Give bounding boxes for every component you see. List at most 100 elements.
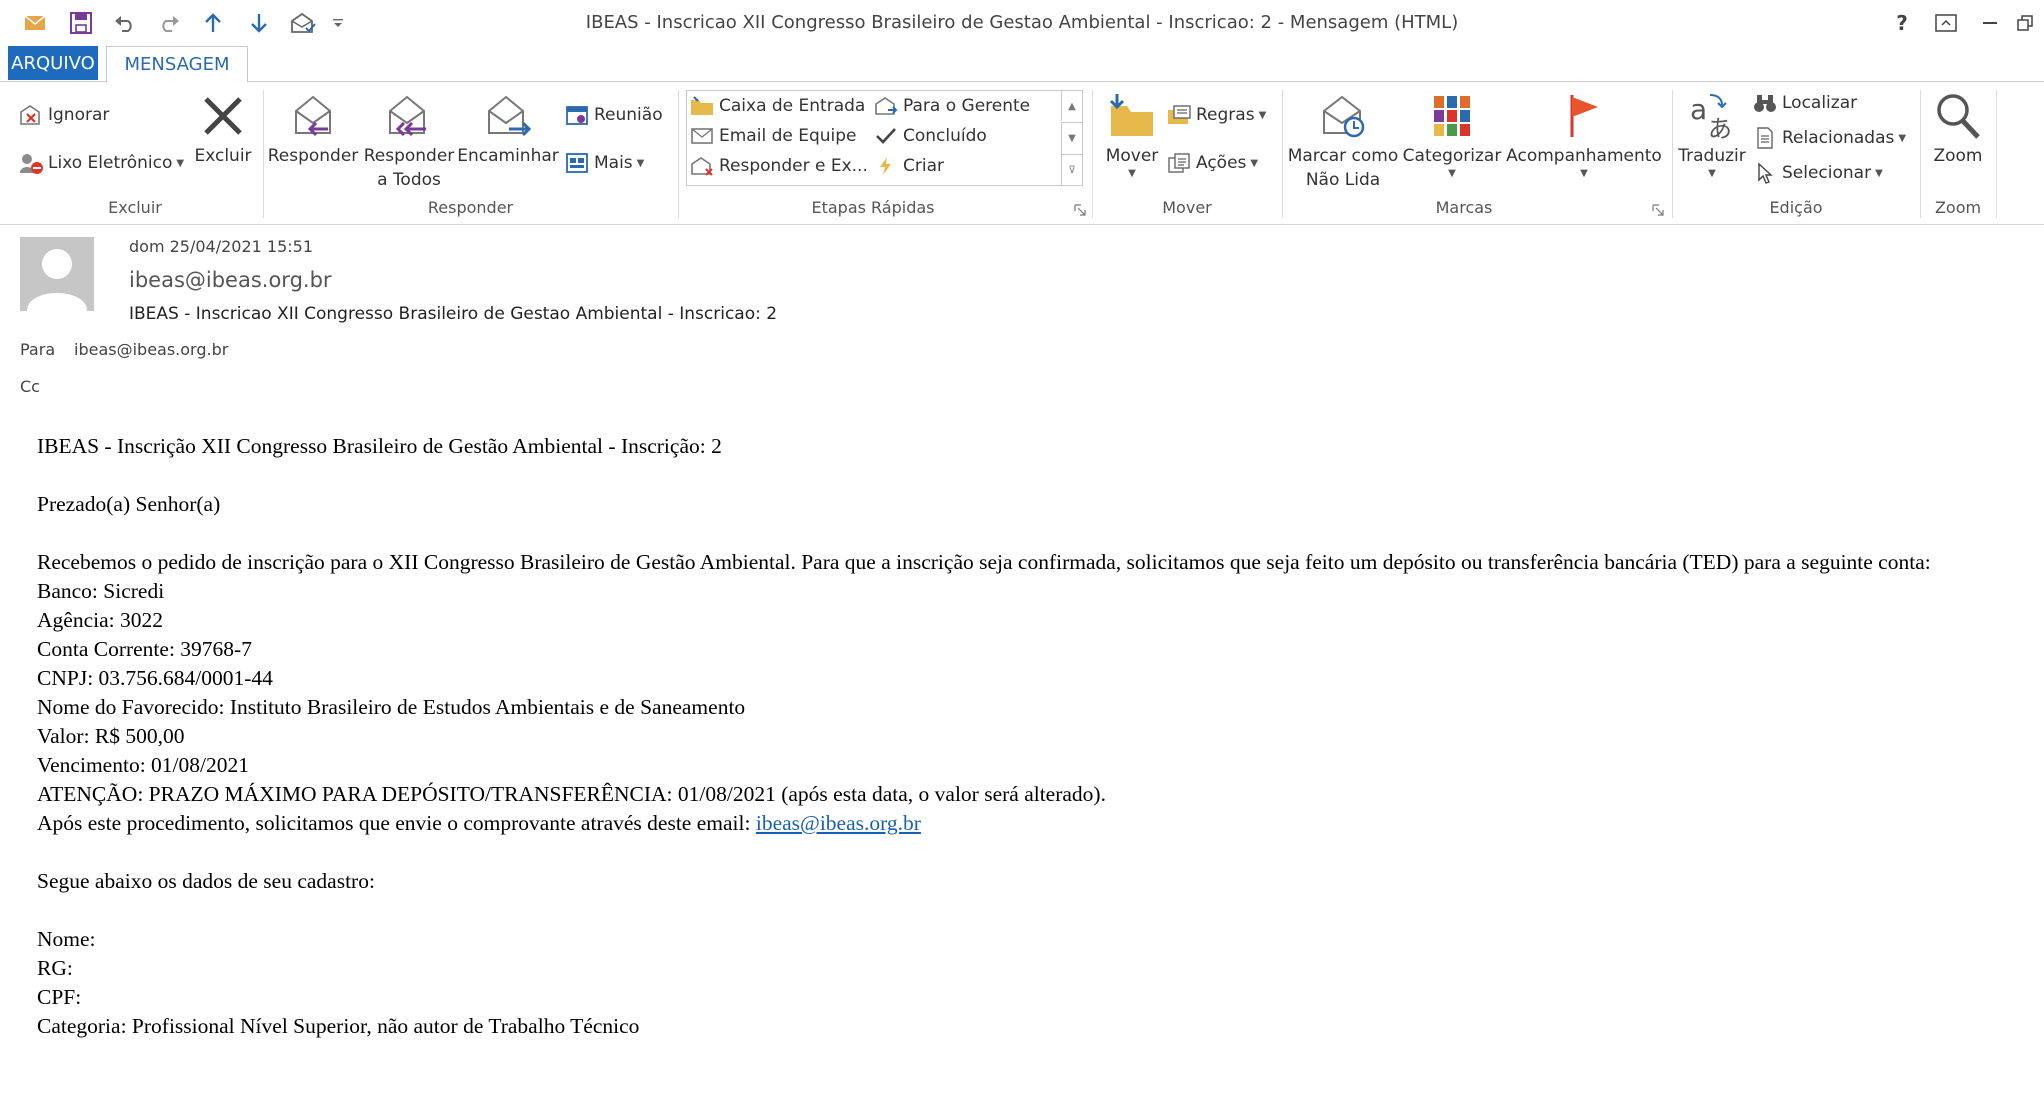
tab-file[interactable]: ARQUIVO [8, 46, 98, 80]
select-button[interactable]: Selecionar ▼ [1752, 160, 1883, 186]
reply-button[interactable]: Responder [268, 88, 358, 168]
flag-icon [1566, 88, 1602, 144]
more-button[interactable]: Mais ▼ [564, 150, 644, 176]
gallery-scroll-down[interactable]: ▼ [1061, 122, 1082, 154]
group-label-responder: Responder [427, 198, 514, 217]
body-warning: ATENÇÃO: PRAZO MÁXIMO PARA DEPÓSITO/TRAN… [37, 782, 1106, 806]
lightning-icon [873, 153, 899, 179]
message-subject: IBEAS - Inscricao XII Congresso Brasilei… [129, 304, 778, 324]
find-button[interactable]: Localizar [1752, 90, 1857, 116]
group-separator [1996, 90, 1997, 218]
quickstep-reply-delete[interactable]: Responder e Ex... [689, 153, 868, 179]
categorize-button[interactable]: Categorizar ▼ [1402, 88, 1502, 180]
message-date: dom 25/04/2021 15:51 [129, 237, 314, 256]
reply-delete-icon [689, 153, 715, 179]
more-respond-icon [564, 150, 590, 176]
sender-address[interactable]: ibeas@ibeas.org.br [129, 268, 332, 292]
categorize-icon [1432, 88, 1472, 144]
quickstep-create[interactable]: Criar [873, 153, 944, 179]
svg-text:a: a [1690, 93, 1707, 126]
ignore-button[interactable]: Ignorar [18, 102, 109, 128]
mark-unread-icon [1318, 88, 1368, 144]
gallery-expand[interactable]: ⊽ [1061, 154, 1082, 186]
cc-label: Cc [20, 377, 40, 396]
body-payee: Nome do Favorecido: Instituto Brasileiro… [37, 695, 746, 719]
dialog-launcher-icon[interactable] [1652, 204, 1664, 216]
dialog-launcher-icon[interactable] [1074, 204, 1086, 216]
minimize-icon[interactable] [1972, 8, 2008, 38]
forward-manager-icon [873, 93, 899, 119]
ignore-icon [18, 102, 44, 128]
junk-button[interactable]: Lixo Eletrônico ▼ [18, 150, 184, 176]
help-button[interactable]: ? [1884, 8, 1920, 38]
related-icon [1752, 125, 1778, 151]
body-cpf: CPF: [37, 985, 82, 1009]
body-registration-intro: Segue abaixo os dados de seu cadastro: [37, 869, 375, 893]
quickstep-inbox[interactable]: Caixa de Entrada [689, 93, 865, 119]
zoom-button[interactable]: Zoom [1922, 88, 1994, 168]
checkmark-icon [873, 123, 899, 149]
sender-avatar [20, 237, 94, 311]
team-email-icon [689, 123, 715, 149]
email-link[interactable]: ibeas@ibeas.org.br [756, 811, 921, 835]
dropdown-caret: ▼ [1128, 168, 1136, 179]
rules-icon [1166, 102, 1192, 128]
gallery-scroll-up[interactable]: ▲ [1061, 91, 1082, 121]
magnifier-icon [1934, 88, 1982, 144]
translate-button[interactable]: aあ Traduzir ▼ [1676, 88, 1748, 180]
ribbon-tabs: ARQUIVO MENSAGEM [0, 46, 2044, 82]
reply-icon [288, 88, 338, 144]
reply-all-icon [382, 88, 436, 144]
meeting-icon [564, 102, 590, 128]
translate-icon: aあ [1688, 88, 1736, 144]
body-greeting: Prezado(a) Senhor(a) [37, 492, 221, 516]
ribbon-display-icon[interactable] [1928, 8, 1964, 38]
message-body: IBEAS - Inscrição XII Congresso Brasilei… [37, 432, 2032, 1041]
tab-message[interactable]: MENSAGEM [106, 46, 248, 82]
actions-icon [1166, 150, 1192, 176]
reply-all-button[interactable]: Responder a Todos [362, 88, 456, 192]
dropdown-caret: ▼ [1708, 168, 1716, 179]
delete-button[interactable]: Excluir [190, 88, 256, 168]
move-button[interactable]: Mover ▼ [1100, 88, 1164, 180]
rules-button[interactable]: Regras ▼ [1166, 102, 1266, 128]
binoculars-icon [1752, 90, 1778, 116]
quickstep-done[interactable]: Concluído [873, 123, 987, 149]
move-folder-icon [1107, 88, 1157, 144]
actions-button[interactable]: Ações ▼ [1166, 150, 1258, 176]
meeting-button[interactable]: Reunião [564, 102, 663, 128]
person-icon [27, 249, 87, 311]
title-bar: IBEAS - Inscricao XII Congresso Brasilei… [0, 0, 2044, 46]
to-label: Para [20, 340, 56, 359]
follow-up-button[interactable]: Acompanhamento ▼ [1504, 88, 1664, 180]
group-label-mover: Mover [1162, 198, 1212, 217]
cursor-icon [1752, 160, 1778, 186]
body-intro: Recebemos o pedido de inscrição para o X… [37, 550, 1931, 574]
group-label-marcas: Marcas [1435, 198, 1493, 217]
dropdown-caret: ▼ [1580, 168, 1588, 179]
body-due-date: Vencimento: 01/08/2021 [37, 753, 249, 777]
related-button[interactable]: Relacionadas ▼ [1752, 125, 1906, 151]
body-cnpj: CNPJ: 03.756.684/0001-44 [37, 666, 273, 690]
forward-button[interactable]: Encaminhar [456, 88, 560, 168]
restore-icon[interactable] [2010, 8, 2040, 38]
body-account: Conta Corrente: 39768-7 [37, 637, 252, 661]
mark-unread-button[interactable]: Marcar como Não Lida [1286, 88, 1400, 192]
forward-icon [483, 88, 533, 144]
body-name: Nome: [37, 927, 96, 951]
body-agency: Agência: 3022 [37, 608, 163, 632]
quick-steps-gallery: Caixa de Entrada Email de Equipe Respond… [686, 90, 1083, 186]
body-rg: RG: [37, 956, 73, 980]
body-bank: Banco: Sicredi [37, 579, 165, 603]
ribbon: Ignorar Lixo Eletrônico ▼ Excluir Excluir… [0, 81, 2044, 225]
body-amount: Valor: R$ 500,00 [37, 724, 185, 748]
to-recipient[interactable]: ibeas@ibeas.org.br [74, 340, 228, 359]
group-label-edicao: Edição [1769, 198, 1823, 217]
group-label-excluir: Excluir [108, 198, 162, 217]
dropdown-caret: ▼ [1448, 168, 1456, 179]
quickstep-manager[interactable]: Para o Gerente [873, 93, 1030, 119]
quickstep-team-email[interactable]: Email de Equipe [689, 123, 857, 149]
body-after-procedure: Após este procedimento, solicitamos que … [37, 811, 921, 835]
body-category: Categoria: Profissional Nível Superior, … [37, 1014, 640, 1038]
junk-icon [18, 150, 44, 176]
